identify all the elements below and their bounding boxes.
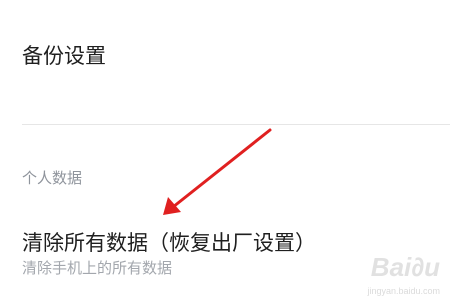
factory-reset-subtitle: 清除手机上的所有数据 bbox=[22, 259, 173, 277]
watermark-brand: Bai∂u bbox=[370, 252, 440, 282]
settings-screen: 备份设置 个人数据 清除所有数据（恢复出厂设置） 清除手机上的所有数据 Bai∂… bbox=[0, 0, 450, 300]
backup-settings-item[interactable]: 备份设置 bbox=[0, 0, 450, 124]
baidu-watermark-logo: Bai∂u jingyan.baidu.com bbox=[348, 252, 444, 296]
backup-settings-label: 备份设置 bbox=[22, 44, 106, 68]
divider bbox=[22, 124, 450, 125]
watermark-url: jingyan.baidu.com bbox=[367, 286, 440, 296]
section-header-personal-data: 个人数据 bbox=[22, 169, 83, 187]
factory-reset-title: 清除所有数据（恢复出厂设置） bbox=[22, 231, 316, 255]
